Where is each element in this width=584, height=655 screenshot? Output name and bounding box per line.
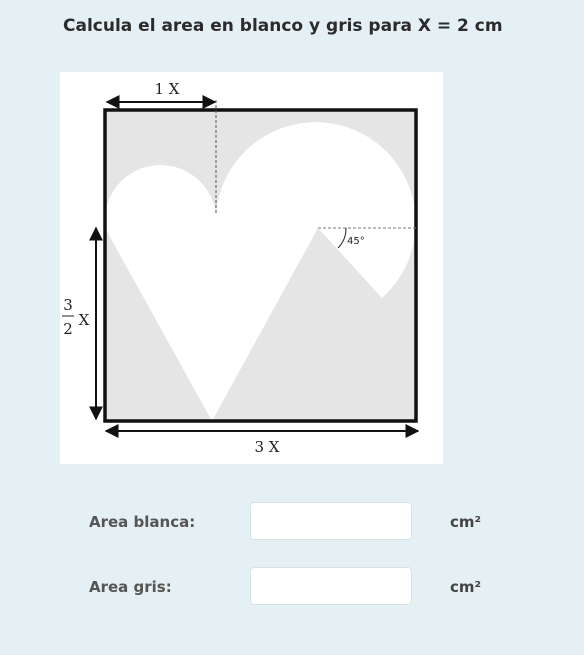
question-text: Calcula el area en blanco y gris para X …	[63, 16, 503, 36]
white-area-unit: cm²	[450, 513, 482, 531]
gray-area-label: Area gris:	[89, 578, 172, 596]
left-fraction-denominator: 2	[63, 320, 73, 338]
geometry-figure: 1 X 3 2 X 3 X 45°	[60, 72, 443, 464]
gray-area-input[interactable]	[250, 567, 412, 605]
white-area-label: Area blanca:	[89, 513, 196, 531]
left-fraction-numerator: 3	[63, 296, 73, 314]
exercise-page: Calcula el area en blanco y gris para X …	[0, 0, 584, 655]
figure-svg: 1 X 3 2 X 3 X 45°	[62, 80, 420, 456]
gray-area-unit: cm²	[450, 578, 482, 596]
answer-row-white: Area blanca: cm²	[0, 502, 584, 542]
white-area-input[interactable]	[250, 502, 412, 540]
top-dimension-label: 1 X	[155, 80, 180, 98]
left-dimension-variable: X	[79, 311, 90, 329]
bottom-dimension-label: 3 X	[255, 438, 280, 456]
angle-label: 45°	[347, 236, 365, 247]
answer-row-gray: Area gris: cm²	[0, 567, 584, 607]
